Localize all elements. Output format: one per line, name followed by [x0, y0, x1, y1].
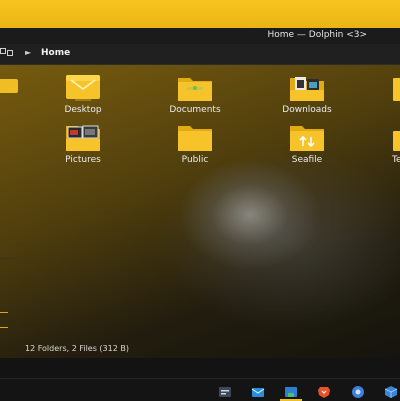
toolbar: ► Home [0, 44, 400, 65]
item-label: Downloads [282, 105, 332, 115]
item-label: Desktop [64, 105, 102, 115]
item-pictures[interactable]: Pictures [43, 124, 123, 170]
item-seafile[interactable]: Seafile [267, 124, 347, 170]
system-monitor-icon[interactable] [218, 385, 232, 399]
places-item-marker [0, 327, 8, 328]
item-label: Pictures [65, 155, 101, 165]
breadcrumb-home[interactable]: Home [41, 48, 70, 58]
titlebar[interactable]: Home — Dolphin <3> [0, 28, 400, 44]
item-partial[interactable] [370, 74, 400, 120]
desktop-top-strip [0, 0, 400, 28]
breadcrumb-arrow-icon: ► [25, 48, 32, 57]
places-divider [0, 258, 16, 259]
item-documents[interactable]: Documents [155, 74, 235, 120]
item-public[interactable]: Public [155, 124, 235, 170]
email-icon[interactable] [251, 385, 265, 399]
pictures-folder-icon [66, 125, 100, 151]
documents-folder-icon [178, 78, 212, 101]
item-desktop[interactable]: Desktop [43, 74, 123, 120]
folder-icon [393, 131, 400, 151]
item-label: Seafile [291, 155, 323, 165]
places-selected-item[interactable] [0, 79, 18, 93]
item-downloads[interactable]: Downloads [267, 74, 347, 120]
dolphin-window: Home — Dolphin <3> ► Home Desktop Docume… [0, 28, 400, 358]
taskbar [0, 378, 400, 401]
brave-browser-icon[interactable] [317, 385, 331, 399]
box-app-icon[interactable] [384, 385, 398, 399]
item-te[interactable]: Te [370, 124, 400, 170]
panel-gap [0, 358, 400, 378]
desktop-folder-icon [66, 75, 100, 101]
window-title: Home — Dolphin <3> [267, 30, 367, 40]
item-label: Te [392, 155, 400, 165]
file-manager-icon[interactable] [284, 385, 298, 399]
seafile-folder-icon [290, 126, 324, 151]
status-text: 12 Folders, 2 Files (312 B) [25, 344, 129, 353]
folder-icon [178, 126, 212, 151]
folder-icon [393, 78, 400, 101]
split-view-icon[interactable] [0, 48, 14, 58]
places-item-marker [0, 312, 8, 313]
chrome-browser-icon[interactable] [351, 385, 365, 399]
downloads-folder-icon [290, 77, 324, 101]
item-label: Documents [169, 105, 221, 115]
item-label: Public [181, 155, 209, 165]
